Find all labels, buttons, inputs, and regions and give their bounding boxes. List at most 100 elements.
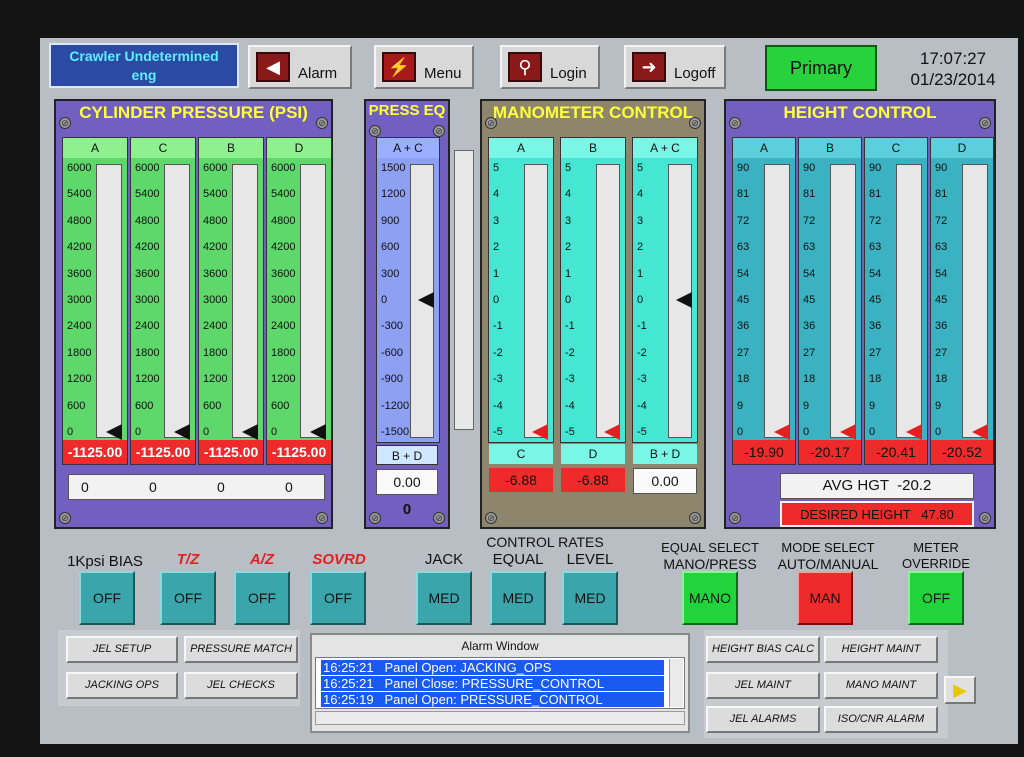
press-eq-tick: -600 bbox=[381, 346, 404, 359]
jel-setup-button[interactable]: JEL SETUP bbox=[66, 636, 178, 663]
height-bar-tick: 90 bbox=[869, 162, 882, 174]
height-control-title: HEIGHT CONTROL bbox=[783, 103, 937, 122]
logoff-button[interactable]: ➜ Logoff bbox=[624, 45, 726, 89]
press-eq-tick: 1200 bbox=[381, 188, 406, 201]
press-eq-scrollbar[interactable] bbox=[454, 150, 474, 430]
equal-label: EQUAL bbox=[492, 551, 544, 568]
press-eq-tick: 600 bbox=[381, 241, 400, 254]
login-button[interactable]: ⚲ Login bbox=[500, 45, 600, 89]
equal-rate-button[interactable]: MED bbox=[490, 571, 546, 625]
height-bar-tick: 27 bbox=[869, 346, 882, 359]
jacking-ops-button[interactable]: JACKING OPS bbox=[66, 672, 178, 699]
manometer-bar-tick: 3 bbox=[565, 214, 572, 227]
height-bar-pointer-icon bbox=[840, 424, 856, 440]
height-bias-calc-button[interactable]: HEIGHT BIAS CALC bbox=[706, 636, 820, 663]
cylinder-bar-tick: 4200 bbox=[203, 241, 228, 254]
iso-cnr-alarm-button[interactable]: ISO/CNR ALARM bbox=[824, 706, 938, 733]
sovrd-toggle[interactable]: OFF bbox=[310, 571, 366, 625]
equal-select-button[interactable]: MANO bbox=[682, 571, 738, 625]
press-eq-tick: -300 bbox=[381, 320, 404, 333]
manometer-bar-tick: -2 bbox=[565, 346, 575, 359]
manometer-bar: A 5 4 3 2 1 0 -1 -2 -3 -4 -5 C -6.88 bbox=[488, 137, 554, 492]
cylinder-bar-tick: 5400 bbox=[271, 188, 296, 201]
height-maint-button[interactable]: HEIGHT MAINT bbox=[824, 636, 938, 663]
height-bar-tick: 9 bbox=[869, 399, 876, 412]
tz-toggle[interactable]: OFF bbox=[160, 571, 216, 625]
manometer-bar-label: B bbox=[561, 138, 625, 158]
control-rates-title: CONTROL RATES bbox=[486, 534, 604, 550]
next-page-arrow-icon[interactable]: ▶ bbox=[944, 676, 976, 704]
press-eq-tick: -1200 bbox=[381, 399, 410, 412]
jack-rate-button[interactable]: MED bbox=[416, 571, 472, 625]
manometer-bar: A + C 5 4 3 2 1 0 -1 -2 -3 -4 -5 B + D 0.00 bbox=[632, 137, 698, 494]
manometer-bar-tick: 4 bbox=[565, 188, 572, 201]
cylinder-pressure-panel: CYLINDER PRESSURE (PSI) ⊘ ⊘ ⊘ ⊘ A 6000 540… bbox=[54, 99, 333, 529]
avg-height-value: -20.2 bbox=[897, 477, 932, 494]
alarm-list[interactable]: 16:25:21 Panel Open: JACKING_OPS 16:25:2… bbox=[315, 657, 685, 709]
height-bar-tick: 54 bbox=[935, 267, 948, 280]
height-reading: -20.41 bbox=[865, 440, 927, 464]
height-bar-label: A bbox=[733, 138, 795, 158]
level-rate-button[interactable]: MED bbox=[562, 571, 618, 625]
clock-date: 01/23/2014 bbox=[910, 70, 996, 89]
cylinder-bar-tick: 3600 bbox=[271, 267, 296, 280]
cylinder-bar-tick: 3600 bbox=[67, 267, 92, 280]
height-bar-tick: 45 bbox=[737, 294, 750, 306]
pressure-match-button[interactable]: PRESSURE MATCH bbox=[184, 636, 298, 663]
clock: 17:07:27 01/23/2014 bbox=[898, 48, 1008, 90]
status-line2: eng bbox=[131, 67, 157, 83]
height-bar-pointer-icon bbox=[906, 424, 922, 440]
primary-button[interactable]: Primary bbox=[765, 45, 877, 91]
cylinder-bar-tick: 1200 bbox=[67, 373, 92, 386]
height-bar-tick: 54 bbox=[869, 267, 882, 280]
height-bar-tick: 90 bbox=[737, 162, 750, 174]
alarm-entry[interactable]: 16:25:21 Panel Open: JACKING_OPS bbox=[321, 660, 664, 675]
manometer-bar: B 5 4 3 2 1 0 -1 -2 -3 -4 -5 D -6.88 bbox=[560, 137, 626, 492]
manometer-reading: 0.00 bbox=[633, 468, 697, 494]
avg-height-label: AVG HGT bbox=[822, 477, 889, 494]
cylinder-bar-tick: 5400 bbox=[135, 188, 160, 201]
screw-icon: ⊘ bbox=[979, 117, 991, 129]
mano-maint-button[interactable]: MANO MAINT bbox=[824, 672, 938, 699]
cylinder-bar-label: C bbox=[131, 138, 195, 158]
screw-icon: ⊘ bbox=[316, 117, 328, 129]
cylinder-bar-tick: 2400 bbox=[135, 320, 160, 333]
manometer-bar-tick: 1 bbox=[565, 267, 572, 280]
alarm-text: Panel Open: PRESSURE_CONTROL bbox=[384, 692, 603, 707]
cylinder-bar-tick: 6000 bbox=[203, 162, 228, 174]
height-bar-tick: 18 bbox=[737, 373, 750, 386]
jel-checks-button[interactable]: JEL CHECKS bbox=[184, 672, 298, 699]
cylinder-bar-tick: 5400 bbox=[67, 188, 92, 201]
height-bar: A 90 81 72 63 54 45 36 27 18 9 0 -19.90 bbox=[732, 137, 796, 465]
cylinder-bar-pointer-icon bbox=[174, 424, 190, 440]
manometer-bar-tick: -1 bbox=[493, 320, 503, 333]
cylinder-bar-pointer-icon bbox=[310, 424, 326, 440]
jel-maint-button[interactable]: JEL MAINT bbox=[706, 672, 820, 699]
alarm-entry[interactable]: 16:25:19 Panel Open: PRESSURE_CONTROL bbox=[321, 692, 664, 707]
cylinder-bar-tick: 0 bbox=[271, 426, 278, 438]
alarm-hscrollbar[interactable] bbox=[315, 711, 685, 725]
menu-button[interactable]: ⚡ Menu bbox=[374, 45, 474, 89]
height-bar-tick: 72 bbox=[935, 214, 948, 227]
manometer-bar-pointer-icon bbox=[676, 292, 692, 308]
desired-height[interactable]: DESIRED HEIGHT 47.80 bbox=[780, 501, 974, 527]
alarm-entry[interactable]: 16:25:21 Panel Close: PRESSURE_CONTROL bbox=[321, 676, 664, 691]
az-toggle[interactable]: OFF bbox=[234, 571, 290, 625]
alarm-button[interactable]: ◀ Alarm bbox=[248, 45, 352, 89]
alarm-window: Alarm Window 16:25:21 Panel Open: JACKIN… bbox=[310, 633, 690, 733]
height-bar-tick: 81 bbox=[935, 188, 948, 201]
height-bar-tick: 72 bbox=[803, 214, 816, 227]
cylinder-bar-tick: 4200 bbox=[67, 241, 92, 254]
cylinder-bar: A 6000 5400 4800 4200 3600 3000 2400 1800 1200 600… bbox=[62, 137, 128, 465]
mode-select-button[interactable]: MAN bbox=[797, 571, 853, 625]
logoff-label: Logoff bbox=[674, 65, 716, 82]
height-bar-tick: 54 bbox=[737, 267, 750, 280]
jel-alarms-button[interactable]: JEL ALARMS bbox=[706, 706, 820, 733]
height-bar-tick: 9 bbox=[935, 399, 942, 412]
screw-icon: ⊘ bbox=[729, 512, 741, 524]
bias-toggle[interactable]: OFF bbox=[79, 571, 135, 625]
alarm-scrollbar[interactable] bbox=[669, 659, 683, 707]
meter-override-button[interactable]: OFF bbox=[908, 571, 964, 625]
press-eq-tick: 300 bbox=[381, 267, 400, 280]
manometer-bar-tick: -1 bbox=[565, 320, 575, 333]
